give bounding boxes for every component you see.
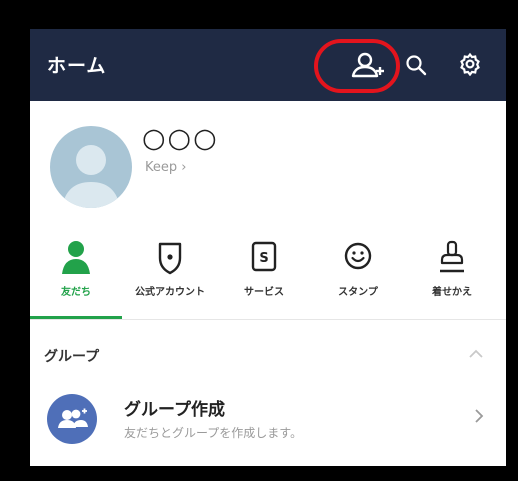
create-group-row[interactable]: グループ作成 友だちとグループを作成します。 [30,384,506,448]
keep-link[interactable]: Keep › [145,160,186,175]
svg-text:S: S [259,251,268,266]
create-group-title: グループ作成 [124,400,225,420]
services-icon: S [251,241,277,272]
gear-icon[interactable] [458,52,482,76]
nav-item-services[interactable]: S サービス [218,236,310,320]
section-header-groups[interactable]: グループ [44,346,99,366]
nav-label-friends: 友だち [61,287,91,298]
nav-item-official-account[interactable]: 公式アカウント [124,236,216,320]
app-header: ホーム [30,29,506,101]
divider [30,319,506,320]
themes-icon [440,240,464,273]
group-icon [58,408,88,428]
group-avatar [47,394,97,444]
nav-label-themes: 着せかえ [432,287,472,298]
profile-name: ○○○ [142,123,219,154]
nav-label-official-account: 公式アカウント [135,287,205,298]
friends-icon [62,241,90,274]
nav-item-friends[interactable]: 友だち [30,236,122,320]
nav-item-themes[interactable]: 着せかえ [406,236,498,320]
stickers-icon [344,242,372,270]
official-account-icon [158,242,182,275]
search-icon[interactable] [404,53,428,77]
nav-item-stickers[interactable]: スタンプ [312,236,404,320]
page-title: ホーム [47,55,107,77]
default-avatar-icon [62,145,120,208]
nav-label-stickers: スタンプ [338,287,378,298]
nav-label-services: サービス [244,287,284,298]
chevron-up-icon[interactable] [468,349,484,359]
avatar[interactable] [50,126,132,208]
profile-section[interactable]: ○○○ Keep › [30,101,506,241]
add-friend-icon[interactable] [330,43,400,87]
phone-screen: ホーム ○○○ Keep › 友だち 公式アカウント S サービス スタンプ 着… [30,29,506,466]
chevron-right-icon [475,409,484,423]
create-group-subtitle: 友だちとグループを作成します。 [124,426,303,440]
service-nav: 友だち 公式アカウント S サービス スタンプ 着せかえ [30,236,506,320]
